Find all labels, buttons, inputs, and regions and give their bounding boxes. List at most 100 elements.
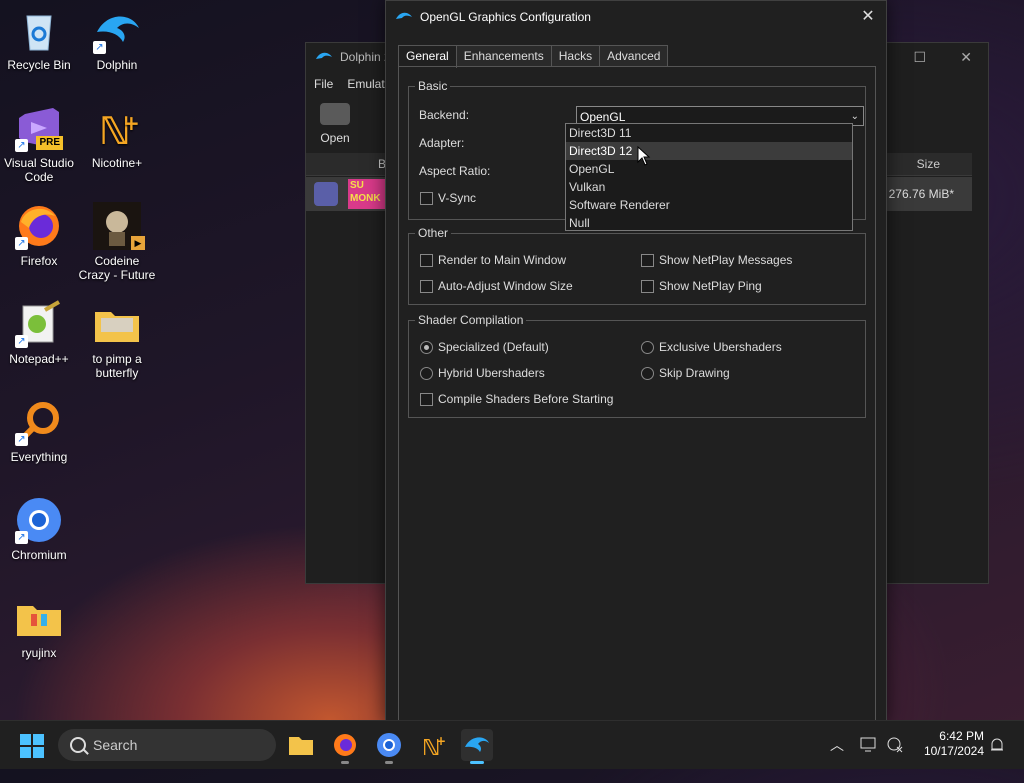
backend-option-null[interactable]: Null — [566, 214, 852, 232]
open-label: Open — [320, 131, 350, 145]
dialog-title: OpenGL Graphics Configuration — [420, 10, 591, 24]
backend-label: Backend: — [419, 108, 470, 122]
backend-dropdown-list[interactable]: Direct3D 11 Direct3D 12 OpenGL Vulkan So… — [565, 123, 853, 231]
aspect-ratio-label: Aspect Ratio: — [419, 164, 491, 178]
desktop-icon-notepadpp[interactable]: ↗ Notepad++ — [0, 300, 78, 366]
dialog-titlebar: OpenGL Graphics Configuration — [386, 1, 886, 33]
desktop-icon-label: Codeine Crazy - Future — [78, 254, 156, 282]
tab-advanced[interactable]: Advanced — [599, 45, 669, 67]
gamecube-platform-icon — [314, 182, 338, 206]
windows-start-button[interactable] — [20, 734, 44, 758]
skip-drawing-label[interactable]: Skip Drawing — [659, 366, 730, 380]
display-icon[interactable] — [860, 736, 878, 754]
taskbar-firefox[interactable] — [329, 729, 361, 764]
desktop-icon-everything[interactable]: ↗ Everything — [0, 398, 78, 464]
desktop-icon-dolphin[interactable]: ↗ Dolphin — [78, 6, 156, 72]
shortcut-arrow-icon: ↗ — [15, 237, 28, 250]
backend-value: OpenGL — [580, 110, 626, 124]
auto-adjust-label[interactable]: Auto-Adjust Window Size — [438, 279, 573, 293]
specialized-label[interactable]: Specialized (Default) — [438, 340, 549, 354]
backend-option-direct3d-12[interactable]: Direct3D 12 — [566, 142, 852, 160]
compile-before-starting-checkbox[interactable] — [420, 393, 433, 406]
dolphin-icon — [316, 52, 332, 59]
running-indicator — [470, 761, 484, 764]
firefox-icon: ↗ — [15, 202, 63, 250]
folder-icon — [93, 300, 141, 348]
render-main-window-label[interactable]: Render to Main Window — [438, 253, 566, 267]
running-indicator — [341, 761, 349, 764]
shortcut-arrow-icon: ↗ — [15, 139, 28, 152]
taskbar-search-box[interactable]: Search — [58, 729, 276, 761]
clock-date: 10/17/2024 — [923, 744, 984, 758]
desktop-icon-firefox[interactable]: ↗ Firefox — [0, 202, 78, 268]
chevron-up-icon[interactable]: ︿ — [830, 735, 844, 783]
taskbar-clock[interactable]: 6:42 PM 10/17/2024 — [924, 729, 984, 759]
taskbar-nicotine[interactable]: ℕ + — [417, 729, 449, 761]
graphics-config-dialog[interactable]: OpenGL Graphics Configuration ✕ General … — [385, 0, 887, 724]
basic-group-title: Basic — [415, 79, 451, 93]
desktop-icon-codeine-crazy[interactable]: ▶ Codeine Crazy - Future — [78, 202, 156, 282]
desktop-icon-visual-studio-code[interactable]: PRE ↗ Visual Studio Code — [0, 104, 78, 184]
shader-group-title: Shader Compilation — [415, 313, 527, 327]
vsync-label[interactable]: V-Sync — [438, 191, 476, 205]
main-toolbar: Open R — [320, 103, 395, 145]
show-netplay-ping-checkbox[interactable] — [641, 280, 654, 293]
auto-adjust-checkbox[interactable] — [420, 280, 433, 293]
tab-general[interactable]: General — [398, 45, 457, 68]
desktop-icon-label: Everything — [10, 450, 68, 464]
search-placeholder: Search — [93, 737, 138, 753]
desktop-icon-label: Nicotine+ — [91, 156, 143, 170]
taskbar: Search ℕ + ︿ 6:42 PM 10/17/2024 — [0, 720, 1024, 769]
show-netplay-ping-label[interactable]: Show NetPlay Ping — [659, 279, 762, 293]
desktop-icon-recycle-bin[interactable]: Recycle Bin — [0, 6, 78, 72]
open-button[interactable]: Open — [320, 103, 350, 145]
nicotine-icon: ℕ+ — [93, 104, 141, 153]
specialized-radio[interactable] — [420, 341, 433, 354]
backend-option-direct3d-11[interactable]: Direct3D 11 — [566, 124, 852, 142]
nicotine-icon: ℕ+ — [422, 734, 446, 761]
dolphin-icon — [465, 737, 489, 752]
notifications-icon[interactable] — [988, 736, 1006, 754]
everything-search-icon: ↗ — [15, 398, 63, 446]
desktop-icon-to-pimp-a-butterfly[interactable]: to pimp a butterfly — [78, 300, 156, 380]
network-disconnected-icon[interactable] — [886, 736, 904, 754]
shader-compilation-group: Shader Compilation Specialized (Default)… — [408, 313, 866, 418]
menu-emulation[interactable]: Emulati — [347, 77, 387, 91]
shortcut-arrow-icon: ↗ — [93, 41, 106, 54]
desktop-icon-ryujinx[interactable]: ryujinx — [0, 594, 78, 660]
open-disc-icon — [320, 103, 350, 125]
render-main-window-checkbox[interactable] — [420, 254, 433, 267]
vsync-checkbox[interactable] — [420, 192, 433, 205]
dolphin-icon — [396, 12, 412, 19]
hybrid-ubershaders-label[interactable]: Hybrid Ubershaders — [438, 366, 545, 380]
taskbar-dolphin[interactable] — [461, 729, 493, 764]
dolphin-icon: ↗ — [93, 6, 141, 54]
desktop-icon-label: ryujinx — [21, 646, 57, 660]
backend-option-software-renderer[interactable]: Software Renderer — [566, 196, 852, 214]
skip-drawing-radio[interactable] — [641, 367, 654, 380]
firefox-icon — [334, 734, 356, 756]
column-size[interactable]: Size — [917, 157, 940, 171]
backend-option-vulkan[interactable]: Vulkan — [566, 178, 852, 196]
tab-hacks[interactable]: Hacks — [550, 45, 601, 67]
maximize-icon[interactable]: ☐ — [913, 49, 926, 66]
compile-before-starting-label[interactable]: Compile Shaders Before Starting — [438, 392, 613, 406]
game-size: 276.76 MiB* — [888, 187, 954, 201]
backend-option-opengl[interactable]: OpenGL — [566, 160, 852, 178]
desktop-icon-nicotine[interactable]: ℕ + Nicotine+ — [78, 104, 156, 170]
hybrid-ubershaders-radio[interactable] — [420, 367, 433, 380]
show-netplay-messages-checkbox[interactable] — [641, 254, 654, 267]
taskbar-file-explorer[interactable] — [285, 729, 317, 761]
desktop-icon-label: Notepad++ — [9, 352, 69, 366]
close-icon[interactable]: ✕ — [960, 49, 972, 66]
taskbar-chromium[interactable] — [373, 729, 405, 764]
recycle-bin-icon — [15, 6, 63, 54]
desktop-icon-chromium[interactable]: ↗ Chromium — [0, 496, 78, 562]
menu-file[interactable]: File — [314, 77, 333, 91]
exclusive-ubershaders-label[interactable]: Exclusive Ubershaders — [659, 340, 782, 354]
exclusive-ubershaders-radio[interactable] — [641, 341, 654, 354]
close-icon[interactable]: ✕ — [858, 7, 878, 27]
show-netplay-messages-label[interactable]: Show NetPlay Messages — [659, 253, 792, 267]
tab-enhancements[interactable]: Enhancements — [455, 45, 552, 67]
desktop-icon-label: Visual Studio Code — [4, 156, 74, 184]
